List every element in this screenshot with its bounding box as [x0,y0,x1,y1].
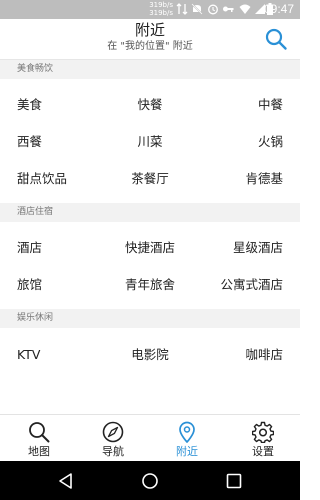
tab-navigation[interactable]: 导航 [83,415,143,462]
section-header-food: 美食畅饮 [0,60,300,79]
category-row: 美食 快餐 中餐 [0,86,300,123]
network-speed: 319b/s 319b/s [149,1,173,17]
compass-icon [102,421,124,443]
category-item[interactable]: 火锅 [258,123,283,160]
tab-label: 地图 [28,445,50,458]
data-arrows-icon [176,3,188,15]
category-item[interactable]: 公寓式酒店 [220,266,283,303]
section-header-entertainment: 娱乐休闲 [0,309,300,328]
section-entertainment: KTV 电影院 咖啡店 [0,328,300,373]
category-item[interactable]: 川菜 [0,123,300,160]
recents-icon[interactable] [224,471,244,491]
section-food: 美食 快餐 中餐 西餐 川菜 火锅 甜点饮品 茶餐厅 肯德基 [0,79,300,203]
section-header-hotel: 酒店住宿 [0,203,300,222]
category-row: 西餐 川菜 火锅 [0,123,300,160]
search-icon [29,422,50,443]
gear-icon [252,421,274,443]
search-icon[interactable] [264,27,288,51]
location-pin-icon [179,421,195,443]
tab-map[interactable]: 地图 [9,415,69,462]
page-title: 附近 [134,21,165,39]
tab-settings[interactable]: 设置 [233,415,293,462]
category-row: KTV 电影院 咖啡店 [0,336,300,373]
section-hotel: 酒店 快捷酒店 星级酒店 旅馆 青年旅舍 公寓式酒店 [0,222,300,309]
status-time: 09:47 [263,2,294,16]
tab-label: 导航 [102,445,124,458]
status-bar: 319b/s 319b/s 09:47 [0,0,300,19]
key-icon [223,6,234,12]
category-item[interactable]: 咖啡店 [245,336,283,373]
home-icon[interactable] [140,471,160,491]
tab-label: 附近 [176,445,198,458]
mute-icon [191,3,203,15]
wifi-icon [239,4,251,14]
system-nav-bar [0,461,300,500]
tab-label: 设置 [252,445,274,458]
network-speed-up: 319b/s [149,1,173,9]
category-item[interactable]: 肯德基 [245,160,283,197]
page-subtitle: 在 "我的位置" 附近 [107,41,193,52]
header: 附近 在 "我的位置" 附近 [0,19,300,60]
category-row: 甜点饮品 茶餐厅 肯德基 [0,160,300,197]
back-icon[interactable] [56,471,76,491]
category-list: 美食畅饮 美食 快餐 中餐 西餐 川菜 火锅 甜点饮品 茶餐厅 肯德基 酒店住宿… [0,60,300,414]
category-item[interactable]: 快餐 [0,86,300,123]
category-row: 旅馆 青年旅舍 公寓式酒店 [0,266,300,303]
tab-nearby[interactable]: 附近 [157,415,217,462]
alarm-icon [208,4,218,15]
network-speed-down: 319b/s [149,9,173,17]
bottom-tab-bar: 地图 导航 附近 设置 [0,414,300,461]
category-item[interactable]: 星级酒店 [233,229,283,266]
category-row: 酒店 快捷酒店 星级酒店 [0,229,300,266]
category-item[interactable]: 中餐 [258,86,283,123]
